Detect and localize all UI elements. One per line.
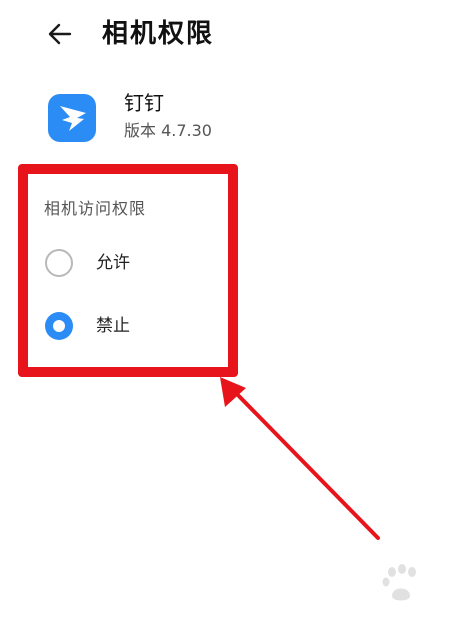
- baidu-paw-logo-icon: [382, 564, 416, 601]
- annotation-arrow-icon: [220, 377, 380, 540]
- watermark: [340, 560, 460, 620]
